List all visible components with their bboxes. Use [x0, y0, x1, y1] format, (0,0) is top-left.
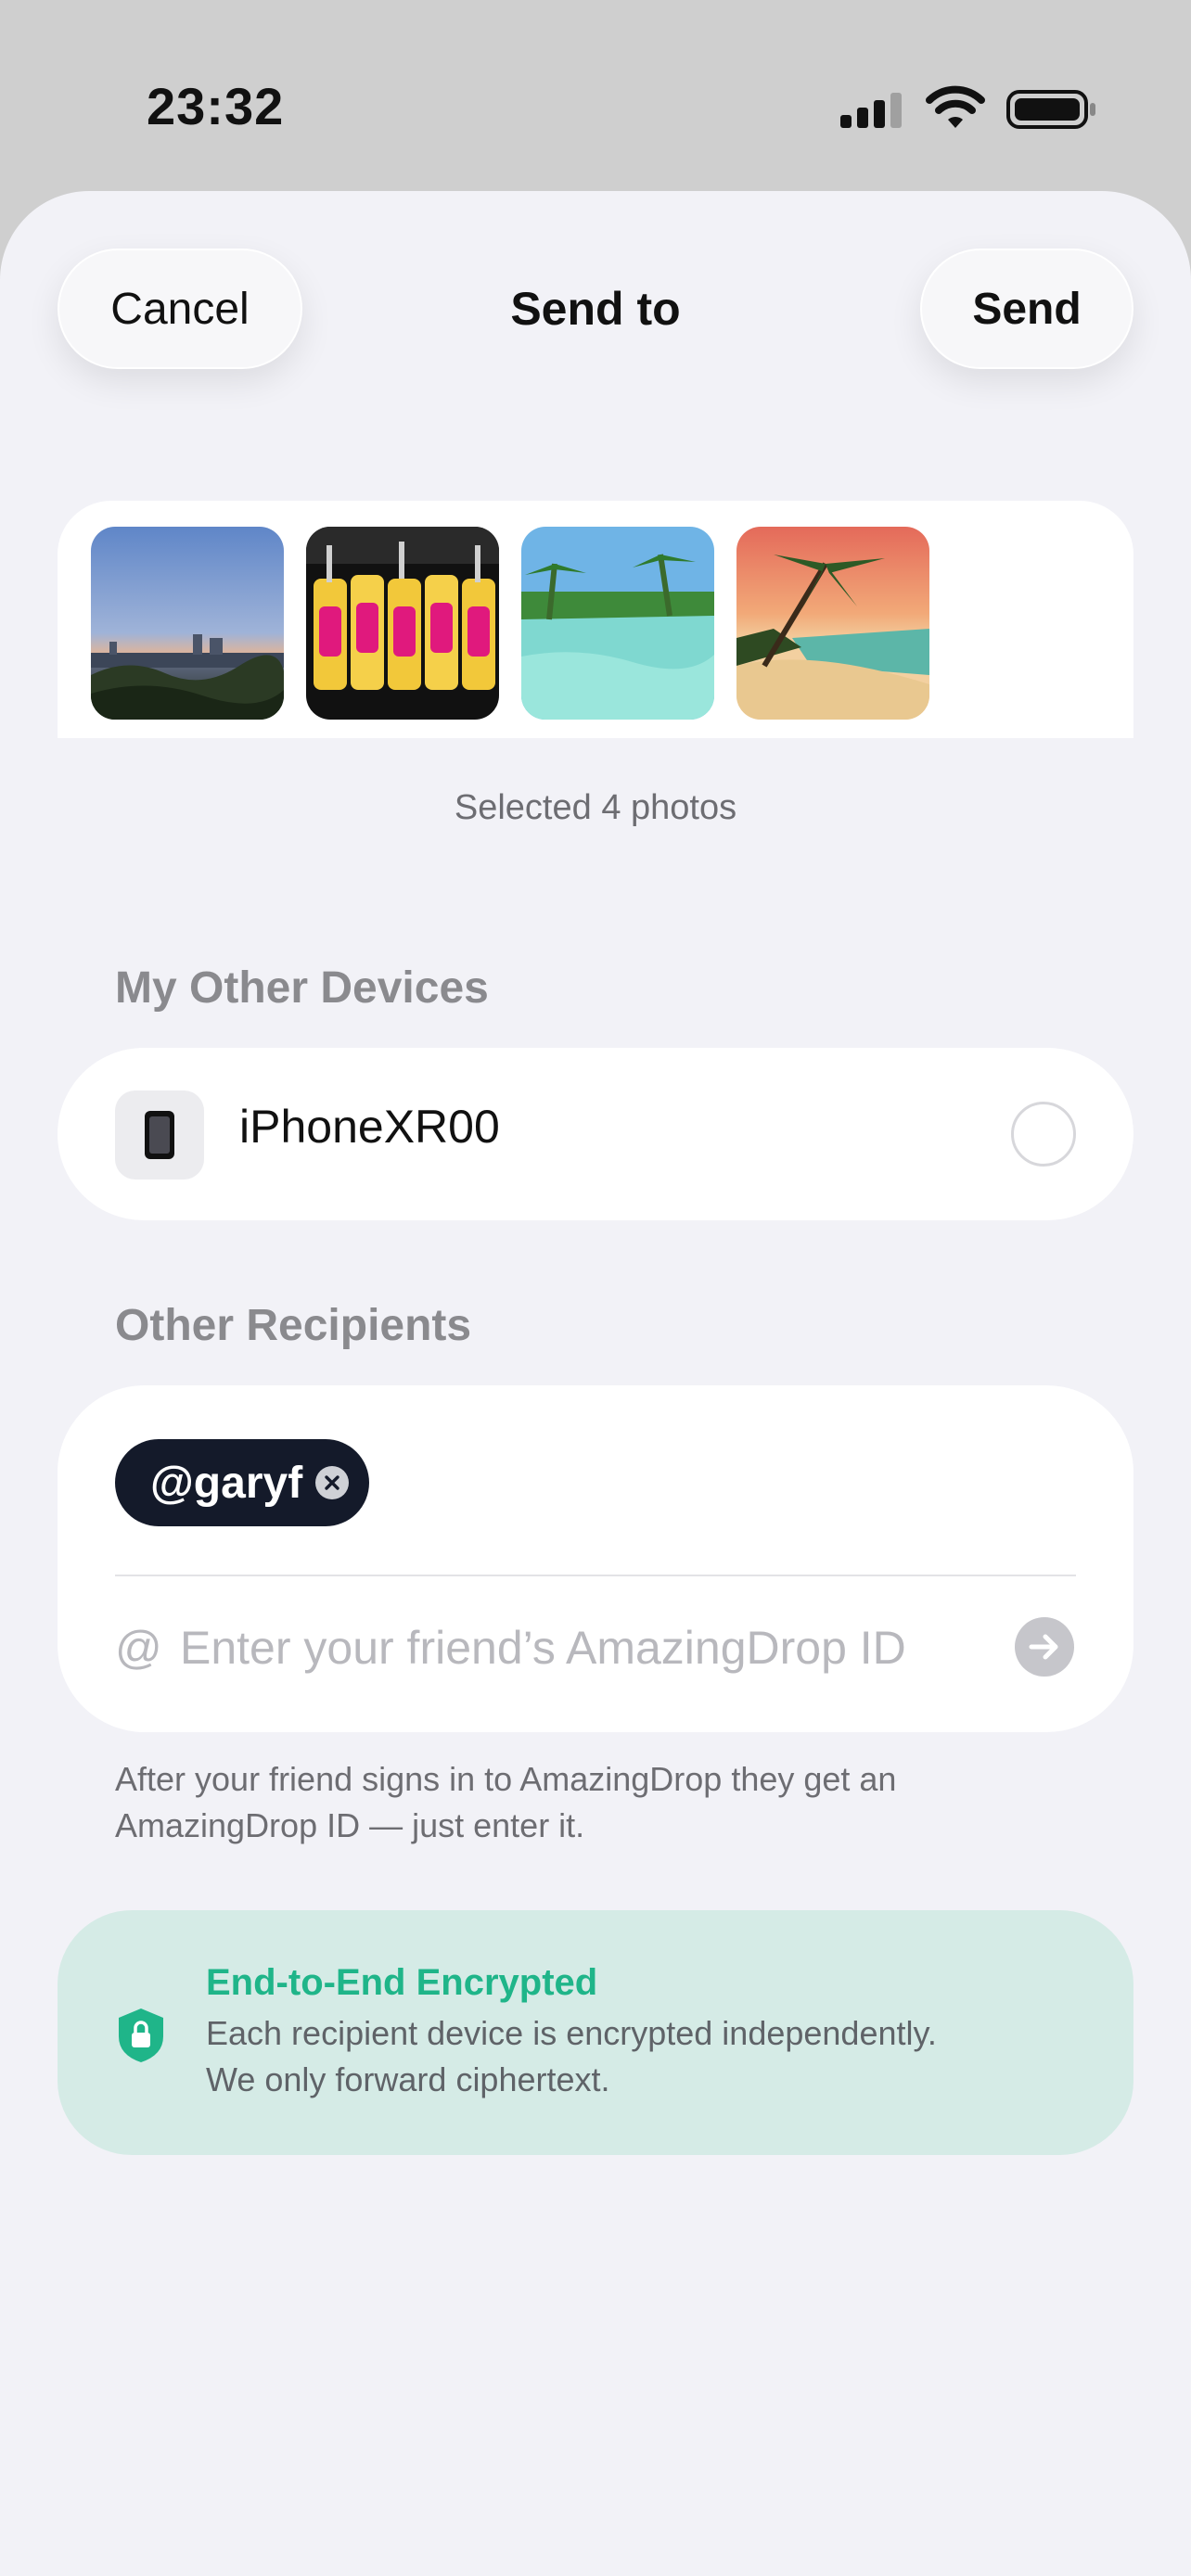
encryption-notice: End-to-End Encrypted Each recipient devi…: [58, 1910, 1133, 2155]
photo-thumbnail-city[interactable]: [91, 527, 284, 720]
cellular-signal-icon: [840, 93, 902, 128]
status-bar: 23:32: [0, 0, 1191, 195]
battery-icon: [1006, 90, 1095, 129]
shield-lock-icon: [119, 2009, 163, 2062]
encryption-description: Each recipient device is encrypted indep…: [206, 2010, 1096, 2103]
selected-photos-count: Selected 4 photos: [454, 788, 737, 827]
send-button[interactable]: Send: [920, 249, 1133, 369]
cancel-button[interactable]: Cancel: [58, 249, 302, 369]
sheet-title: Send to: [510, 283, 681, 335]
photo-thumbnail-lagoon[interactable]: [521, 527, 714, 720]
encryption-line-1: Each recipient device is encrypted indep…: [206, 2014, 937, 2052]
recipients-divider: [115, 1575, 1076, 1576]
close-icon: [325, 1475, 339, 1490]
remove-recipient-button[interactable]: [315, 1466, 350, 1499]
phone-icon: [145, 1111, 174, 1159]
status-icons: [840, 82, 1100, 137]
recipient-chip-label: @garyf: [150, 1458, 303, 1508]
my-devices-title: My Other Devices: [115, 963, 489, 1013]
photo-strip: [58, 501, 1133, 738]
status-time: 23:32: [147, 77, 285, 135]
device-row-iphonexr00[interactable]: iPhoneXR00: [58, 1048, 1133, 1220]
amazingdrop-id-input[interactable]: [180, 1615, 1015, 1680]
send-sheet: Cancel Send to Send Selected 4 photos My…: [0, 191, 1191, 2576]
add-recipient-button[interactable]: [1015, 1617, 1074, 1677]
encryption-line-2: We only forward ciphertext.: [206, 2060, 610, 2098]
at-sign-icon: @: [115, 1622, 162, 1674]
arrow-right-icon: [1029, 1634, 1058, 1660]
device-icon-container: [115, 1090, 204, 1180]
other-recipients-title: Other Recipients: [115, 1301, 472, 1350]
photo-thumbnail-cans[interactable]: [306, 527, 499, 720]
wifi-icon: [926, 85, 985, 128]
recipient-chip[interactable]: @garyf: [115, 1439, 370, 1526]
recipient-helper-text: After your friend signs in to AmazingDro…: [115, 1760, 897, 1844]
photo-thumbnail-beach[interactable]: [736, 527, 929, 720]
encryption-title: End-to-End Encrypted: [206, 1962, 598, 2003]
recipients-card: @garyf @: [58, 1385, 1133, 1732]
device-name: iPhoneXR00: [239, 1101, 500, 1153]
device-select-radio[interactable]: [1011, 1102, 1076, 1167]
